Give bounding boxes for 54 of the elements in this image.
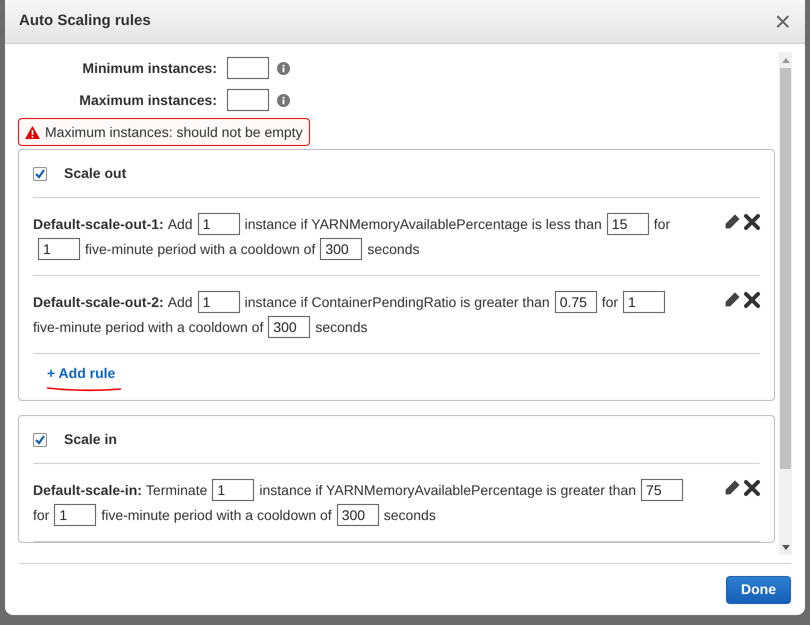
rule-text: five-minute period with a cooldown of (101, 506, 332, 525)
number-field[interactable]: 300 (320, 238, 362, 260)
number-field[interactable]: 0.75 (554, 291, 597, 313)
section-title: Scale in (64, 430, 117, 449)
rule-text: five-minute period with a cooldown of (33, 318, 264, 337)
number-field[interactable]: 15 (606, 213, 649, 235)
rule-text: instance if YARNMemoryAvailablePercentage is greater than (259, 481, 636, 500)
rule-text: Add (168, 215, 193, 234)
close-button[interactable]: × (774, 8, 791, 36)
add-rule-link[interactable]: + Add rule (47, 362, 116, 384)
checkbox[interactable] (33, 432, 47, 446)
number-field[interactable]: 1 (54, 504, 96, 526)
number-field[interactable]: 1 (198, 291, 240, 313)
field-label: Minimum instances: (81, 58, 218, 78)
number-field[interactable] (227, 57, 269, 79)
pencil-icon[interactable] (724, 214, 740, 230)
scrollbar-thumb[interactable] (780, 68, 791, 469)
checkbox[interactable] (33, 166, 47, 180)
number-field[interactable]: 1 (623, 291, 666, 313)
number-field[interactable]: 300 (336, 504, 379, 526)
rule-name: Default-scale-out-1: (33, 215, 164, 234)
rule-text: instance if ContainerPendingRatio is greater than (244, 293, 550, 312)
rule-text: seconds (367, 240, 420, 259)
number-field[interactable]: 300 (268, 316, 310, 338)
rule-text: Add (168, 293, 193, 312)
rule-text: five-minute period with a cooldown of (85, 240, 316, 259)
done-button[interactable]: Done (726, 576, 791, 604)
number-field[interactable]: 1 (198, 213, 240, 235)
close-icon[interactable] (744, 292, 760, 308)
rule-text: Terminate (146, 481, 208, 500)
info-icon[interactable] (277, 62, 290, 74)
close-icon[interactable] (744, 214, 760, 230)
rule-text: seconds (384, 506, 436, 525)
down-arrow-icon[interactable] (782, 544, 790, 550)
rule-name: Default-scale-in: (33, 481, 142, 500)
rule-text: instance if YARNMemoryAvailablePercentage is less than (244, 215, 602, 234)
field-label: Maximum instances: (78, 90, 218, 110)
pencil-icon[interactable] (724, 292, 740, 308)
number-field[interactable]: 1 (212, 479, 254, 501)
dialog-title: Auto Scaling rules (19, 11, 151, 32)
number-field[interactable]: 75 (641, 479, 684, 501)
number-field[interactable] (227, 89, 269, 111)
rule-text: for (654, 215, 670, 234)
rule-name: Default-scale-out-2: (33, 293, 164, 312)
close-icon[interactable] (744, 480, 760, 496)
info-icon[interactable] (277, 94, 290, 106)
rule-text: seconds (315, 318, 368, 337)
rule-text: for (602, 293, 618, 312)
error-message: Maximum instances: should not be empty (18, 118, 310, 146)
warning-icon (25, 126, 40, 138)
rule-text: for (33, 506, 50, 525)
pencil-icon[interactable] (724, 480, 740, 496)
section-title: Scale out (64, 164, 126, 183)
number-field[interactable]: 1 (38, 238, 80, 260)
